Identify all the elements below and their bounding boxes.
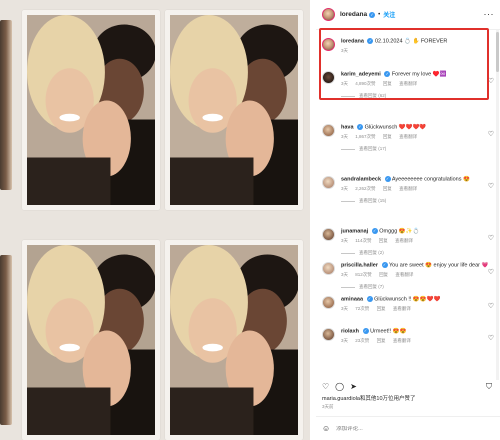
photo-booth-frame: [165, 240, 303, 440]
comment-likes[interactable]: 114次赞: [355, 238, 371, 243]
photo-strip-edge: [0, 20, 12, 190]
verified-badge-icon: ✓: [366, 296, 373, 302]
comment-time: 3天: [341, 338, 349, 344]
comment-time: 3天: [341, 186, 349, 192]
comment-text: Glückwunsch !! 😍😍❤️❤️: [374, 296, 441, 303]
share-icon[interactable]: ➤: [350, 382, 357, 391]
verified-badge-icon: ✓: [371, 228, 378, 234]
photo-booth-frame: [22, 240, 160, 440]
translate-button[interactable]: 查看翻译: [399, 186, 417, 191]
like-heart-icon[interactable]: ♡: [322, 382, 329, 391]
view-replies-button[interactable]: 查看回复 (15): [341, 198, 494, 204]
avatar[interactable]: [322, 8, 335, 21]
post-author-username[interactable]: loredana: [340, 11, 367, 18]
view-replies-button[interactable]: 查看回复 (7): [341, 284, 494, 290]
bookmark-icon[interactable]: ⛉: [486, 382, 492, 392]
comment-time: 3天: [341, 238, 349, 244]
verified-badge-icon: ✓: [384, 176, 391, 182]
comment-item: riolaxh ✓ Urmeet!! 😍😍 3天 23次赞 回复 查看翻译 ♡: [322, 328, 494, 344]
comment-item: hava ✓ Glückwunsch ❤️❤️❤️❤️ 3天 1,867次赞 回…: [322, 124, 494, 152]
photo-booth-frame: [165, 10, 303, 210]
comment-likes[interactable]: 23次赞: [355, 338, 369, 343]
photo-strip-edge: [0, 255, 12, 425]
add-comment-bar: ☺: [316, 416, 500, 440]
comment-username[interactable]: priscilla.haller: [341, 262, 378, 268]
heart-icon[interactable]: ♡: [488, 268, 494, 276]
verified-badge-icon: ✓: [369, 11, 376, 18]
post-photo[interactable]: [0, 0, 310, 440]
highlight-box: [319, 28, 489, 100]
translate-button[interactable]: 查看翻译: [395, 272, 413, 277]
verified-badge-icon: ✓: [357, 124, 364, 130]
comment-text: You are sweet 😍 enjoy your life dear 💗: [388, 262, 489, 269]
avatar[interactable]: [322, 176, 335, 189]
avatar[interactable]: [322, 124, 335, 137]
view-replies-button[interactable]: 查看回复 (2): [341, 250, 494, 256]
post-actions: ♡ ◯ ➤: [322, 382, 357, 391]
translate-button[interactable]: 查看翻译: [399, 134, 417, 139]
comment-time: 3天: [341, 134, 349, 140]
comment-time: 3天: [341, 306, 349, 312]
comment-item: priscilla.haller ✓ You are sweet 😍 enjoy…: [322, 262, 494, 290]
more-options-icon[interactable]: ···: [484, 9, 495, 19]
separator-dot: •: [378, 11, 381, 18]
comment-text: Urmeet!! 😍😍: [370, 328, 407, 335]
comment-likes[interactable]: 72次赞: [355, 306, 369, 311]
view-replies-button[interactable]: 查看回复 (17): [341, 146, 494, 152]
reply-button[interactable]: 回复: [383, 186, 392, 191]
post-header: loredana ✓ • 关注 ···: [316, 0, 500, 30]
reply-button[interactable]: 回复: [379, 238, 388, 243]
reply-button[interactable]: 回复: [377, 306, 386, 311]
scrollbar-track[interactable]: [496, 30, 499, 380]
comment-item: junamanaj ✓ Omggg 😍✨💍 3天 114次赞 回复 查看翻译 查…: [322, 228, 494, 256]
translate-button[interactable]: 查看翻译: [393, 306, 411, 311]
reply-button[interactable]: 回复: [379, 272, 388, 277]
comment-username[interactable]: hava: [341, 124, 354, 130]
comment-username[interactable]: riolaxh: [341, 328, 359, 334]
add-comment-input[interactable]: [336, 425, 477, 432]
verified-badge-icon: ✓: [362, 328, 369, 334]
comment-username[interactable]: junamanaj: [341, 228, 368, 234]
comment-likes[interactable]: 2,262次赞: [355, 186, 375, 191]
follow-button[interactable]: 关注: [383, 10, 395, 19]
comment-icon[interactable]: ◯: [335, 382, 344, 391]
emoji-icon[interactable]: ☺: [322, 424, 330, 433]
comment-item: aminaaa ✓ Glückwunsch !! 😍😍❤️❤️ 3天 72次赞 …: [322, 296, 494, 312]
post-date: 3天前: [322, 404, 334, 409]
heart-icon[interactable]: ♡: [488, 302, 494, 310]
scrollbar-thumb[interactable]: [496, 32, 499, 72]
translate-button[interactable]: 查看翻译: [393, 338, 411, 343]
heart-icon[interactable]: ♡: [488, 130, 494, 138]
heart-icon[interactable]: ♡: [488, 234, 494, 242]
heart-icon[interactable]: ♡: [488, 334, 494, 342]
comment-item: sandralambeck ✓ Ayeeeeeeee congratulatio…: [322, 176, 494, 204]
liked-by-text[interactable]: maria.guardiola和其他10万位用户赞了: [322, 394, 416, 402]
comment-username[interactable]: aminaaa: [341, 296, 363, 302]
photo-booth-frame: [22, 10, 160, 210]
heart-icon[interactable]: ♡: [488, 182, 494, 190]
avatar[interactable]: [322, 262, 335, 275]
comment-time: 3天: [341, 272, 349, 278]
comment-likes[interactable]: 812次赞: [355, 272, 372, 277]
avatar[interactable]: [322, 328, 335, 341]
translate-button[interactable]: 查看翻译: [395, 238, 413, 243]
comment-text: Ayeeeeeeee congratulations 😍: [391, 176, 470, 183]
comment-text: Omggg 😍✨💍: [379, 228, 420, 235]
comment-username[interactable]: sandralambeck: [341, 176, 381, 182]
verified-badge-icon: ✓: [381, 262, 388, 268]
comment-text: Glückwunsch ❤️❤️❤️❤️: [364, 124, 427, 131]
reply-button[interactable]: 回复: [383, 134, 392, 139]
avatar[interactable]: [322, 296, 335, 309]
avatar[interactable]: [322, 228, 335, 241]
reply-button[interactable]: 回复: [377, 338, 386, 343]
comment-likes[interactable]: 1,867次赞: [355, 134, 375, 139]
